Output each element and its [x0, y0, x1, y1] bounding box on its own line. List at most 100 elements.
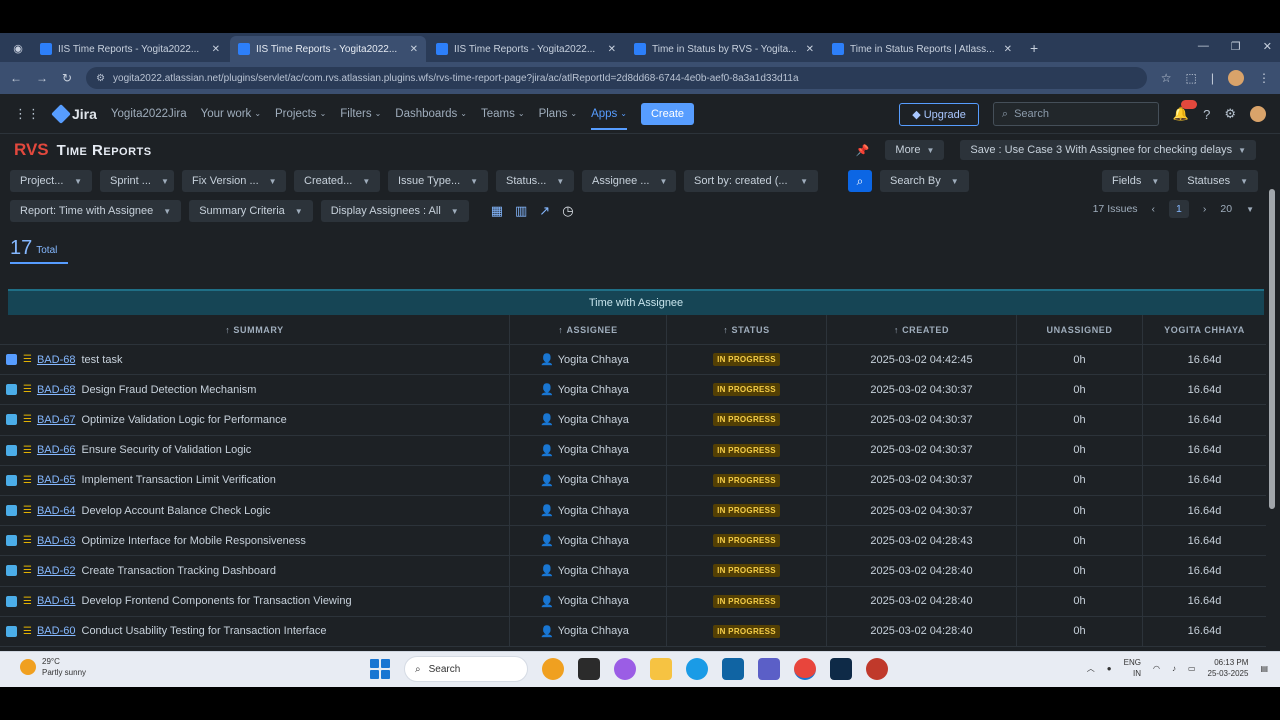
- filter-dropdown[interactable]: Assignee ... ▼: [582, 170, 676, 192]
- jira-logo[interactable]: Jira: [51, 103, 97, 124]
- issue-key-link[interactable]: BAD-63: [37, 535, 76, 547]
- summary-criteria-dropdown[interactable]: Summary Criteria ▼: [189, 200, 313, 222]
- nav-projects[interactable]: Projects ⌄: [275, 108, 326, 120]
- table-view-icon[interactable]: ▦: [491, 203, 503, 219]
- notifications-icon[interactable]: 🔔: [1173, 100, 1198, 122]
- notification-center-icon[interactable]: ▤: [1260, 664, 1268, 673]
- prev-page-icon[interactable]: ‹: [1152, 203, 1156, 215]
- nav-plans[interactable]: Plans ⌄: [539, 108, 577, 120]
- browser-tab[interactable]: Time in Status Reports | Atlass... ✕: [824, 36, 1020, 62]
- nav-apps[interactable]: Apps ⌄: [591, 108, 627, 130]
- weather-widget[interactable]: 29°C Partly sunny: [20, 656, 86, 678]
- more-dropdown[interactable]: More ▼: [885, 140, 945, 160]
- nav-dashboards[interactable]: Dashboards ⌄: [395, 108, 467, 120]
- teams-icon[interactable]: [758, 658, 780, 680]
- saved-view-dropdown[interactable]: Save : Use Case 3 With Assignee for chec…: [960, 140, 1256, 160]
- nav-teams[interactable]: Teams ⌄: [481, 108, 525, 120]
- site-name[interactable]: Yogita2022Jira: [111, 108, 187, 120]
- profile-avatar[interactable]: [1228, 70, 1244, 86]
- issue-key-link[interactable]: BAD-65: [37, 474, 76, 486]
- browser-tab[interactable]: IIS Time Reports - Yogita2022... ✕: [428, 36, 624, 62]
- col-assignee[interactable]: ↑ ASSIGNEE: [510, 315, 667, 344]
- app-switcher-icon[interactable]: ⋮⋮: [14, 106, 40, 122]
- close-tab-icon[interactable]: ✕: [1004, 44, 1012, 55]
- scroll-thumb[interactable]: [1269, 189, 1275, 509]
- restore-icon[interactable]: ❐: [1231, 40, 1241, 53]
- clock[interactable]: 06:13 PM 25-03-2025: [1208, 657, 1249, 679]
- wifi-icon[interactable]: ◠: [1153, 664, 1160, 673]
- report-dropdown[interactable]: Report: Time with Assignee ▼: [10, 200, 182, 222]
- col-created[interactable]: ↑ CREATED: [827, 315, 1017, 344]
- table-row[interactable]: ☰ BAD-66 Ensure Security of Validation L…: [0, 435, 1266, 466]
- next-page-icon[interactable]: ›: [1203, 203, 1207, 215]
- site-info-icon[interactable]: ⚙: [96, 73, 105, 84]
- table-row[interactable]: ☰ BAD-60 Conduct Usability Testing for T…: [0, 616, 1266, 647]
- url-field[interactable]: ⚙ yogita2022.atlassian.net/plugins/servl…: [86, 67, 1147, 89]
- pin-icon[interactable]: 📌: [856, 144, 870, 157]
- clock-icon[interactable]: ◷: [562, 203, 573, 219]
- filter-dropdown[interactable]: Status... ▼: [496, 170, 574, 192]
- issue-key-link[interactable]: BAD-64: [37, 505, 76, 517]
- issue-key-link[interactable]: BAD-66: [37, 444, 76, 456]
- statuses-dropdown[interactable]: Statuses ▼: [1177, 170, 1258, 192]
- filter-dropdown[interactable]: Project... ▼: [10, 170, 92, 192]
- copilot-icon[interactable]: [542, 658, 564, 680]
- close-tab-icon[interactable]: ✕: [212, 44, 220, 55]
- store-icon[interactable]: [722, 658, 744, 680]
- edge-icon[interactable]: [686, 658, 708, 680]
- table-row[interactable]: ☰ BAD-68 test task 👤 Yogita Chhaya IN PR…: [0, 345, 1266, 376]
- filter-dropdown[interactable]: Created... ▼: [294, 170, 380, 192]
- issue-key-link[interactable]: BAD-68: [37, 384, 76, 396]
- chevron-down-icon[interactable]: ▼: [1246, 205, 1254, 214]
- reload-icon[interactable]: ↻: [62, 71, 72, 85]
- page-scrollbar[interactable]: [1268, 181, 1276, 681]
- forward-icon[interactable]: →: [36, 71, 48, 85]
- filter-dropdown[interactable]: Sort by: created (... ▼: [684, 170, 818, 192]
- battery-icon[interactable]: ▭: [1188, 664, 1196, 673]
- new-tab-button[interactable]: +: [1022, 40, 1046, 62]
- minimize-icon[interactable]: —: [1198, 40, 1209, 53]
- browser-tab[interactable]: Time in Status by RVS - Yogita... ✕: [626, 36, 822, 62]
- col-summary[interactable]: ↑ SUMMARY: [0, 315, 510, 344]
- chevron-up-icon[interactable]: ︿: [1087, 663, 1095, 674]
- page-size[interactable]: 20: [1220, 203, 1232, 215]
- table-row[interactable]: ☰ BAD-67 Optimize Validation Logic for P…: [0, 405, 1266, 436]
- user-avatar[interactable]: [1250, 106, 1266, 122]
- table-row[interactable]: ☰ BAD-63 Optimize Interface for Mobile R…: [0, 526, 1266, 557]
- extensions-icon[interactable]: ⬚: [1186, 71, 1197, 85]
- tray-app-icon[interactable]: ●: [1107, 664, 1112, 673]
- current-page[interactable]: 1: [1169, 200, 1189, 218]
- search-button[interactable]: ⌕: [848, 170, 872, 192]
- nav-filters[interactable]: Filters ⌄: [340, 108, 381, 120]
- col-unassigned[interactable]: UNASSIGNED: [1017, 315, 1143, 344]
- issue-key-link[interactable]: BAD-67: [37, 414, 76, 426]
- search-input[interactable]: ⌕ Search: [992, 102, 1159, 126]
- table-row[interactable]: ☰ BAD-64 Develop Account Balance Check L…: [0, 495, 1266, 527]
- taskbar-search[interactable]: ⌕ Search: [404, 656, 528, 682]
- task-view-icon[interactable]: [578, 658, 600, 680]
- recorder-icon[interactable]: [866, 658, 888, 680]
- bar-chart-icon[interactable]: ▥: [515, 203, 527, 219]
- back-icon[interactable]: ←: [10, 71, 22, 85]
- tab-search-icon[interactable]: ◉: [4, 34, 32, 62]
- table-row[interactable]: ☰ BAD-65 Implement Transaction Limit Ver…: [0, 465, 1266, 496]
- table-row[interactable]: ☰ BAD-61 Develop Frontend Components for…: [0, 586, 1266, 617]
- browser-tab[interactable]: IIS Time Reports - Yogita2022... ✕: [32, 36, 228, 62]
- col-yogita-chhaya[interactable]: YOGITA CHHAYA: [1143, 315, 1266, 344]
- bookmark-star-icon[interactable]: ☆: [1161, 71, 1172, 85]
- volume-icon[interactable]: ♪: [1172, 664, 1176, 673]
- close-window-icon[interactable]: ✕: [1263, 40, 1272, 53]
- close-tab-icon[interactable]: ✕: [410, 44, 418, 55]
- terminal-icon[interactable]: [830, 658, 852, 680]
- help-icon[interactable]: ?: [1203, 107, 1210, 122]
- close-tab-icon[interactable]: ✕: [608, 44, 616, 55]
- issue-key-link[interactable]: BAD-68: [37, 354, 76, 366]
- table-row[interactable]: ☰ BAD-68 Design Fraud Detection Mechanis…: [0, 375, 1266, 406]
- windows-start-icon[interactable]: [370, 659, 390, 679]
- issue-key-link[interactable]: BAD-61: [37, 595, 76, 607]
- filter-dropdown[interactable]: Sprint ... ▼: [100, 170, 174, 192]
- ai-app-icon[interactable]: [614, 658, 636, 680]
- nav-your-work[interactable]: Your work ⌄: [201, 108, 261, 120]
- upgrade-button[interactable]: ◆ Upgrade: [899, 102, 979, 126]
- browser-tab[interactable]: IIS Time Reports - Yogita2022... ✕: [230, 36, 426, 62]
